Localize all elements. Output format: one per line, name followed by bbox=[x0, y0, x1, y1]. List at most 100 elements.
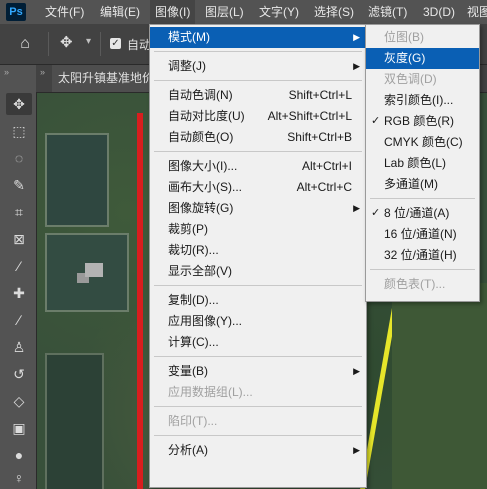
mode-menu-item-label: CMYK 颜色(C) bbox=[384, 135, 463, 149]
checkmark-icon: ✓ bbox=[371, 207, 381, 219]
mode-menu-item-label: 颜色表(T)... bbox=[384, 277, 446, 291]
image-menu-item[interactable]: 调整(J) ▶ bbox=[150, 56, 366, 77]
image-menu-item-label: 自动对比度(U) bbox=[168, 109, 245, 123]
menu-view[interactable]: 视图 bbox=[462, 0, 487, 24]
image-menu-item-label: 应用图像(Y)... bbox=[168, 314, 242, 328]
mode-menu-item[interactable]: 32 位/通道(H) bbox=[366, 245, 479, 266]
menu-file[interactable]: 文件(F) bbox=[40, 0, 89, 24]
auto-select-checkbox[interactable]: ✓ bbox=[110, 38, 121, 49]
clone-stamp-icon[interactable]: ♙ bbox=[6, 336, 32, 358]
mode-menu-item-label: 灰度(G) bbox=[384, 51, 426, 65]
move-tool-icon[interactable]: ✥ bbox=[6, 93, 32, 115]
mode-menu-item[interactable]: 多通道(M) bbox=[366, 174, 479, 195]
menu-filter[interactable]: 滤镜(T) bbox=[363, 0, 412, 24]
image-menu-item[interactable]: 图像旋转(G) ▶ bbox=[150, 198, 366, 219]
aerial-field bbox=[392, 283, 487, 489]
image-menu-item[interactable]: 自动颜色(O) Shift+Ctrl+B bbox=[150, 127, 366, 148]
image-menu-item[interactable]: 画布大小(S)... Alt+Ctrl+C bbox=[150, 177, 366, 198]
image-menu-item-label: 分析(A) bbox=[168, 443, 208, 457]
frame-icon[interactable]: ⊠ bbox=[6, 228, 32, 250]
crop-icon[interactable]: ⌗ bbox=[6, 201, 32, 223]
image-menu-item[interactable]: 自动对比度(U) Alt+Shift+Ctrl+L bbox=[150, 106, 366, 127]
dodge-icon[interactable]: ♀ bbox=[6, 467, 32, 489]
image-menu-dropdown: 模式(M) ▶ 调整(J) ▶ 自动色调(N) Shift+Ctrl+L 自动对比度(U) A… bbox=[149, 24, 367, 488]
shortcut-text: Shift+Ctrl+B bbox=[287, 130, 352, 144]
healing-brush-icon[interactable]: ✚ bbox=[6, 282, 32, 304]
mode-menu-item[interactable]: ✓ RGB 颜色(R) bbox=[366, 111, 479, 132]
menu-image[interactable]: 图像(I) bbox=[150, 0, 196, 24]
tools-panel: » ✥ ⬚ ◌ ✎ ⌗ ⊠ ⁄ ✚ ∕ ♙ ↺ ◇ ▣ ● ♀ bbox=[0, 65, 37, 489]
aerial-building bbox=[85, 263, 103, 277]
image-menu-item: 应用数据组(L)... bbox=[150, 382, 366, 403]
menu-type[interactable]: 文字(Y) bbox=[254, 0, 304, 24]
blur-icon[interactable]: ● bbox=[6, 444, 32, 466]
menu-layer[interactable]: 图层(L) bbox=[200, 0, 249, 24]
boundary-line bbox=[137, 113, 143, 489]
eyedropper-icon[interactable]: ⁄ bbox=[6, 255, 32, 277]
image-menu-item-label: 显示全部(V) bbox=[168, 264, 232, 278]
quick-select-icon[interactable]: ✎ bbox=[6, 174, 32, 196]
image-menu-item[interactable]: 计算(C)... bbox=[150, 332, 366, 353]
gradient-icon[interactable]: ▣ bbox=[6, 417, 32, 439]
home-icon[interactable]: ⌂ bbox=[14, 34, 36, 54]
document-tab[interactable]: 太阳升镇基准地价 bbox=[52, 65, 161, 92]
image-menu-item[interactable]: 应用图像(Y)... bbox=[150, 311, 366, 332]
image-menu-item[interactable]: 模式(M) ▶ bbox=[150, 27, 366, 48]
menu-edit[interactable]: 编辑(E) bbox=[95, 0, 145, 24]
mode-menu-item-label: 16 位/通道(N) bbox=[384, 227, 457, 241]
submenu-arrow-icon: ▶ bbox=[353, 32, 360, 42]
menu-separator bbox=[154, 80, 362, 81]
brush-icon[interactable]: ∕ bbox=[6, 309, 32, 331]
mode-menu-item[interactable]: 索引颜色(I)... bbox=[366, 90, 479, 111]
image-menu-item-label: 应用数据组(L)... bbox=[168, 385, 253, 399]
shortcut-text: Alt+Ctrl+I bbox=[301, 159, 352, 173]
move-tool-preset-icon[interactable]: ✥ bbox=[60, 33, 73, 51]
mode-menu-item: 位图(B) bbox=[366, 27, 479, 48]
image-menu-item-label: 模式(M) bbox=[168, 30, 210, 44]
image-menu-item-label: 陷印(T)... bbox=[168, 414, 218, 428]
chevron-down-icon[interactable]: ▾ bbox=[86, 36, 91, 47]
panel-grip-icon[interactable]: » bbox=[40, 67, 45, 77]
mode-menu-item: 双色调(D) bbox=[366, 69, 479, 90]
image-menu-item[interactable]: 分析(A) ▶ bbox=[150, 440, 366, 461]
shortcut-text: Shift+Ctrl+L bbox=[288, 88, 352, 102]
menu-3d[interactable]: 3D(D) bbox=[418, 0, 460, 24]
mode-menu-item-label: 32 位/通道(H) bbox=[384, 248, 457, 262]
menu-separator bbox=[154, 51, 362, 52]
mode-menu-item[interactable]: 灰度(G) bbox=[366, 48, 479, 69]
aerial-pond bbox=[45, 353, 104, 489]
mode-menu-item[interactable]: Lab 颜色(L) bbox=[366, 153, 479, 174]
image-menu-item[interactable]: 裁剪(P) bbox=[150, 219, 366, 240]
mode-menu-item[interactable]: CMYK 颜色(C) bbox=[366, 132, 479, 153]
mode-menu-item[interactable]: 16 位/通道(N) bbox=[366, 224, 479, 245]
divider bbox=[100, 32, 101, 56]
menu-separator bbox=[154, 435, 362, 436]
menu-separator bbox=[154, 151, 362, 152]
mode-menu-item-label: 双色调(D) bbox=[384, 72, 437, 86]
menu-separator bbox=[154, 356, 362, 357]
image-menu-item[interactable]: 显示全部(V) bbox=[150, 261, 366, 282]
marquee-icon[interactable]: ⬚ bbox=[6, 120, 32, 142]
image-menu-item: 陷印(T)... bbox=[150, 411, 366, 432]
eraser-icon[interactable]: ◇ bbox=[6, 390, 32, 412]
mode-submenu: 位图(B) 灰度(G) 双色调(D) 索引颜色(I)... ✓ RGB 颜色(R) CMYK… bbox=[365, 24, 480, 302]
image-menu-item[interactable]: 自动色调(N) Shift+Ctrl+L bbox=[150, 85, 366, 106]
shortcut-text: Alt+Shift+Ctrl+L bbox=[267, 109, 352, 123]
lasso-icon[interactable]: ◌ bbox=[6, 147, 32, 169]
image-menu-item-label: 裁切(R)... bbox=[168, 243, 219, 257]
panel-grip-icon[interactable]: » bbox=[4, 67, 9, 77]
image-menu-item[interactable]: 复制(D)... bbox=[150, 290, 366, 311]
image-menu-item-label: 调整(J) bbox=[168, 59, 206, 73]
submenu-arrow-icon: ▶ bbox=[353, 61, 360, 71]
mode-menu-item-label: Lab 颜色(L) bbox=[384, 156, 447, 170]
mode-menu-item-label: 多通道(M) bbox=[384, 177, 438, 191]
history-brush-icon[interactable]: ↺ bbox=[6, 363, 32, 385]
menu-select[interactable]: 选择(S) bbox=[309, 0, 359, 24]
mode-menu-item[interactable]: ✓ 8 位/通道(A) bbox=[366, 203, 479, 224]
image-menu-item[interactable]: 裁切(R)... bbox=[150, 240, 366, 261]
image-menu-item[interactable]: 变量(B) ▶ bbox=[150, 361, 366, 382]
image-menu-item-label: 复制(D)... bbox=[168, 293, 219, 307]
image-menu-item-label: 自动色调(N) bbox=[168, 88, 233, 102]
submenu-arrow-icon: ▶ bbox=[353, 203, 360, 213]
image-menu-item[interactable]: 图像大小(I)... Alt+Ctrl+I bbox=[150, 156, 366, 177]
